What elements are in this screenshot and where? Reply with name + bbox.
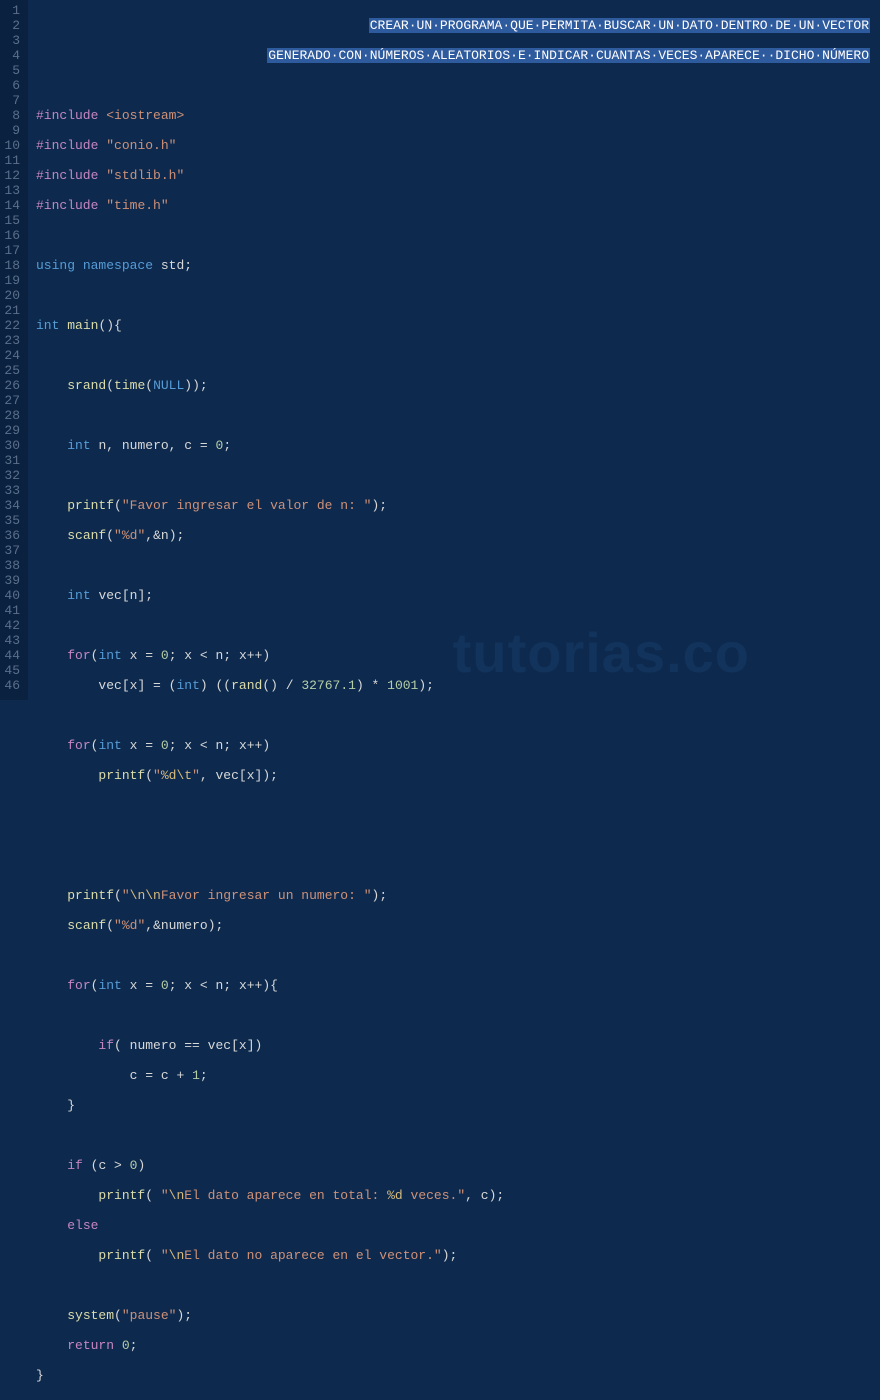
line-number: 33 [4, 483, 20, 498]
line-number: 15 [4, 213, 20, 228]
line-number: 25 [4, 363, 20, 378]
line-number: 44 [4, 648, 20, 663]
scanf-numero: scanf("%d",&numero); [36, 918, 876, 933]
c-increment: c = c + 1; [36, 1068, 876, 1083]
blank-line [36, 1008, 876, 1023]
printf-vec: printf("%d\t", vec[x]); [36, 768, 876, 783]
vec-assign: vec[x] = (int) ((rand() / 32767.1) * 100… [36, 678, 876, 693]
header-line-2: GENERADO·CON·NÚMEROS·ALEATORIOS·E·INDICA… [36, 48, 876, 63]
blank-line [36, 288, 876, 303]
blank-line [36, 408, 876, 423]
line-number: 38 [4, 558, 20, 573]
line-number: 10 [4, 138, 20, 153]
line-number: 16 [4, 228, 20, 243]
blank-line [36, 1278, 876, 1293]
line-number: 12 [4, 168, 20, 183]
line-number: 6 [4, 78, 20, 93]
line-number: 29 [4, 423, 20, 438]
line-number: 40 [4, 588, 20, 603]
line-number: 4 [4, 48, 20, 63]
line-number: 42 [4, 618, 20, 633]
for-print: for(int x = 0; x < n; x++) [36, 738, 876, 753]
line-number: 32 [4, 468, 20, 483]
srand-call: srand(time(NULL)); [36, 378, 876, 393]
blank-line [36, 78, 876, 93]
close-main: } [36, 1368, 876, 1383]
main-decl: int main(){ [36, 318, 876, 333]
line-number: 3 [4, 33, 20, 48]
blank-line [36, 708, 876, 723]
include-time: #include "time.h" [36, 198, 876, 213]
line-number: 2 [4, 18, 20, 33]
line-number: 45 [4, 663, 20, 678]
line-number: 41 [4, 603, 20, 618]
system-pause: system("pause"); [36, 1308, 876, 1323]
line-number: 19 [4, 273, 20, 288]
include-conio: #include "conio.h" [36, 138, 876, 153]
blank-line [36, 858, 876, 873]
blank-line [36, 348, 876, 363]
line-number: 1 [4, 3, 20, 18]
line-number: 37 [4, 543, 20, 558]
blank-line [36, 468, 876, 483]
printf-prompt-n: printf("Favor ingresar el valor de n: ")… [36, 498, 876, 513]
code-editor-area[interactable]: CREAR·UN·PROGRAMA·QUE·PERMITA·BUSCAR·UN·… [28, 0, 880, 700]
printf-prompt-num: printf("\n\nFavor ingresar un numero: ")… [36, 888, 876, 903]
line-number: 27 [4, 393, 20, 408]
include-stdlib: #include "stdlib.h" [36, 168, 876, 183]
line-number: 28 [4, 408, 20, 423]
line-number: 8 [4, 108, 20, 123]
line-number: 11 [4, 153, 20, 168]
line-number: 13 [4, 183, 20, 198]
line-number: 20 [4, 288, 20, 303]
line-number: 39 [4, 573, 20, 588]
line-number: 21 [4, 303, 20, 318]
blank-line [36, 798, 876, 813]
blank-line [36, 828, 876, 843]
else: else [36, 1218, 876, 1233]
blank-line [36, 1128, 876, 1143]
blank-line [36, 618, 876, 633]
using-namespace: using namespace std; [36, 258, 876, 273]
for-fill: for(int x = 0; x < n; x++) [36, 648, 876, 663]
line-number: 17 [4, 243, 20, 258]
if-c: if (c > 0) [36, 1158, 876, 1173]
line-number: 22 [4, 318, 20, 333]
header-line-1: CREAR·UN·PROGRAMA·QUE·PERMITA·BUSCAR·UN·… [36, 18, 876, 33]
line-number: 43 [4, 633, 20, 648]
var-decl: int n, numero, c = 0; [36, 438, 876, 453]
printf-notfound: printf( "\nEl dato no aparece en el vect… [36, 1248, 876, 1263]
line-number: 23 [4, 333, 20, 348]
vec-decl: int vec[n]; [36, 588, 876, 603]
line-number: 34 [4, 498, 20, 513]
line-number: 36 [4, 528, 20, 543]
blank-line [36, 558, 876, 573]
line-number: 26 [4, 378, 20, 393]
line-number: 14 [4, 198, 20, 213]
close-brace: } [36, 1098, 876, 1113]
include-iostream: #include <iostream> [36, 108, 876, 123]
line-number: 5 [4, 63, 20, 78]
line-number-gutter: 1234567891011121314151617181920212223242… [0, 0, 28, 700]
line-number: 30 [4, 438, 20, 453]
line-number: 35 [4, 513, 20, 528]
line-number: 31 [4, 453, 20, 468]
return: return 0; [36, 1338, 876, 1353]
blank-line [36, 228, 876, 243]
scanf-n: scanf("%d",&n); [36, 528, 876, 543]
printf-found: printf( "\nEl dato aparece en total: %d … [36, 1188, 876, 1203]
line-number: 18 [4, 258, 20, 273]
blank-line [36, 948, 876, 963]
line-number: 7 [4, 93, 20, 108]
line-number: 46 [4, 678, 20, 693]
if-match: if( numero == vec[x]) [36, 1038, 876, 1053]
line-number: 24 [4, 348, 20, 363]
line-number: 9 [4, 123, 20, 138]
for-search: for(int x = 0; x < n; x++){ [36, 978, 876, 993]
